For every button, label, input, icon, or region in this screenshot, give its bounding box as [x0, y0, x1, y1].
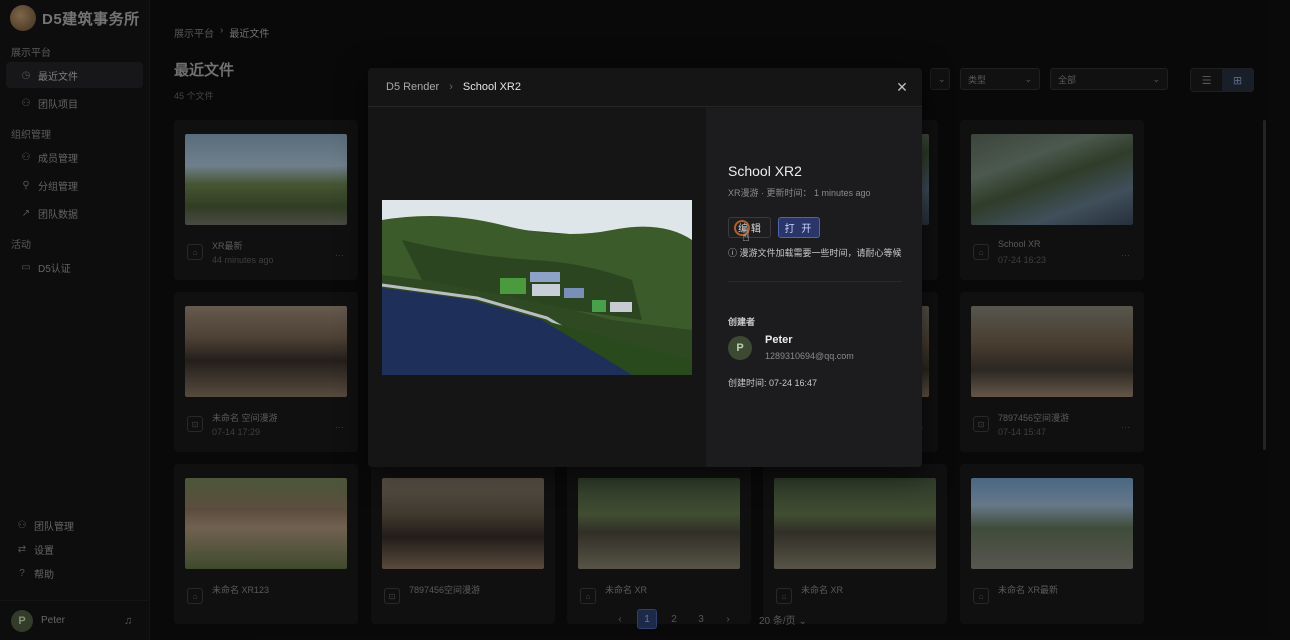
preview-pane: [368, 108, 706, 467]
scene-preview-image: [382, 200, 692, 375]
creator-email: 1289310694@qq.com: [765, 351, 854, 361]
scene-preview-illustration: [382, 200, 692, 375]
created-time: 创建时间: 07-24 16:47: [728, 378, 818, 388]
divider: [728, 281, 902, 282]
creator-label: 创建者: [728, 317, 756, 327]
modal-breadcrumb-root[interactable]: D5 Render: [386, 81, 439, 93]
file-detail-modal: D5 Render › School XR2 ✕ School XR2 XR漫游…: [368, 68, 922, 467]
file-meta: XR漫游 · 更新时间： 1 minutes ago: [728, 188, 871, 198]
file-title: School XR2: [728, 163, 802, 179]
open-button[interactable]: 打 开: [778, 217, 820, 238]
close-icon[interactable]: ✕: [894, 79, 910, 95]
creator-name: Peter: [765, 334, 793, 346]
modal-breadcrumb-current: School XR2: [462, 81, 521, 93]
info-pane: School XR2 XR漫游 · 更新时间： 1 minutes ago 编 …: [706, 108, 922, 467]
chevron-right-icon: ›: [449, 81, 453, 93]
avatar: P: [728, 336, 752, 360]
loading-notice: ⓘ 漫游文件加载需要一些时间，请耐心等候: [728, 248, 902, 258]
hand-cursor-icon: ☝: [742, 229, 750, 244]
modal-breadcrumb: D5 Render › School XR2: [368, 68, 922, 107]
